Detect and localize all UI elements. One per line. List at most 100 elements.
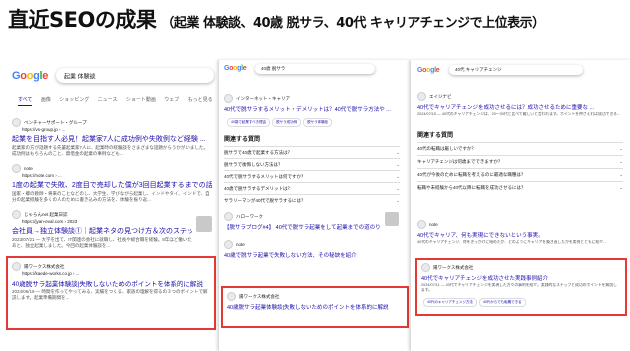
serp-panel-career-change: Google 40代 キャリアチェンジ エイジナビ 40代でキャリアチェンジを成… (410, 60, 630, 351)
site-name: 陽ワークス株式会社 (24, 263, 65, 269)
search-input[interactable]: 40代 キャリアチェンジ (449, 65, 583, 75)
site-name: note (236, 242, 245, 247)
search-result: エイジナビ 40代でキャリアチェンジを成功させるには？成功させるために重要な .… (417, 92, 623, 124)
site-favicon-icon (417, 220, 426, 229)
chevron-down-icon: ⌄ (396, 161, 400, 167)
site-name: note (429, 222, 438, 227)
paa-question[interactable]: 40代の転職は厳しいですか？ ⌄ (417, 142, 623, 155)
result-title-link[interactable]: 40歳脱サラ起業体験談|失敗しないためのポイントを体系的に解説 (227, 303, 401, 311)
paa-heading: 関連する質問 (417, 133, 454, 139)
headline-sub: （起業 体験談、40歳 脱サラ、40代 キャリアチェンジで上位表示） (161, 16, 545, 31)
site-favicon-icon (417, 92, 426, 101)
paa-question[interactable]: 転職や未経験から40代以降に転職を成功させるには？ ⌄ (417, 181, 623, 194)
site-favicon-icon (12, 262, 21, 271)
result-thumbnail (385, 212, 399, 226)
paa-heading: 関連する質問 (224, 137, 261, 143)
tab-more[interactable]: もっと見る (188, 97, 213, 103)
result-title-link[interactable]: 40代でキャリア、何も実現にできないという事実。 (417, 231, 623, 239)
search-result-highlighted: 陽ワークス株式会社 https://kaede-works.co.jp › ..… (12, 262, 208, 301)
site-name: インターネット・キャリア (236, 95, 290, 101)
tab-all[interactable]: すべて (18, 97, 33, 106)
search-query: 起業 体験談 (64, 74, 96, 80)
result-snippet: 2024/06/19 — 時間を作ってやってみる、実績をつくる、家族の理解を得る… (12, 289, 208, 300)
tab-images[interactable]: 画像 (41, 97, 51, 103)
site-favicon-icon (12, 210, 21, 219)
chevron-down-icon: ⌄ (396, 149, 400, 155)
site-url: https://kaede-works.co.jp › ... (22, 271, 80, 276)
result-snippet: 2024/07/11 — 40代でキャリアチェンジを実現した方々の事例を紹介。実… (421, 283, 617, 292)
result-title-link[interactable]: 40歳脱サラ起業体験談|失敗しないためのポイントを体系的に解説 (12, 278, 208, 288)
result-snippet: 国家・郷の教師・将来のことなどのし、大学生、学びながら起業し、インドやタイ、イン… (12, 191, 210, 202)
chevron-down-icon: ⌄ (619, 172, 623, 177)
chevron-down-icon: ⌄ (619, 146, 623, 151)
result-thumbnail (196, 216, 212, 232)
search-result: インターネット・キャリア 40代で脱サラするメリット・デメリットは？40代で脱サ… (224, 94, 402, 113)
site-favicon-icon (224, 240, 233, 249)
chevron-down-icon: ⌄ (619, 159, 623, 164)
result-title-link[interactable]: 1度の起業で失敗、2度目で売却した僕が3回目起業するまでの話 (12, 180, 212, 190)
site-name: じゃらんnet 起業日誌 (24, 211, 68, 217)
site-favicon-icon (12, 118, 21, 127)
search-input[interactable]: 起業 体験談 (56, 68, 214, 83)
site-favicon-icon (12, 164, 21, 173)
result-title-link[interactable]: 40歳で脱サラ起業で失敗しない方法、その秘訣を紹介 (224, 251, 402, 259)
site-name: 陽ワークス株式会社 (433, 264, 474, 270)
headline: 直近SEOの成果 （起業 体験談、40歳 脱サラ、40代 キャリアチェンジで上位… (8, 4, 628, 44)
site-name: ベンチャーサポート・グループ (24, 119, 87, 125)
result-title-link[interactable]: 会社員→独立体験談①｜起業ネタの見つけ方＆次のステップ (12, 226, 192, 236)
search-result: note https://note.com › ... 1度の起業で失敗、2度目… (12, 164, 212, 203)
site-name: note (24, 166, 33, 171)
site-name: エイジナビ (429, 93, 452, 99)
search-result: ハローワーク 【脱サラブログ#4】 40代で脱サラ起業をして起業までの道のり .… (224, 212, 382, 231)
result-snippet: 40代のキャリアチェンジ、何をきっかけに始めたか、どのようにキャリアを築き直した… (417, 240, 607, 244)
site-favicon-icon (224, 94, 233, 103)
google-logo: Google (12, 70, 49, 82)
site-url: https://vs-group.jp › ... (22, 127, 66, 132)
result-title-link[interactable]: 40代でキャリアチェンジを成功させた実践事例紹介 (421, 274, 619, 282)
search-input[interactable]: 40歳 脱サラ (255, 64, 375, 74)
serp-panel-career-quit: Google 40歳 脱サラ インターネット・キャリア 40代で脱サラするメリッ… (218, 60, 409, 351)
paa-question[interactable]: サラリーマンが40代で脱サラするには？ ⌄ (224, 194, 400, 206)
paa-question[interactable]: 脱サラで後悔しない方法は？ ⌄ (224, 158, 400, 170)
site-favicon-icon (421, 263, 430, 272)
paa-question[interactable]: 40代で脱サラするメリットは何ですか？ ⌄ (224, 170, 400, 182)
paa-question[interactable]: 脱サラで40歳で起業する方法は？ ⌄ (224, 146, 400, 158)
paa-question[interactable]: 40代が今後のために転職を考えるのに最適な職種は？ ⌄ (417, 168, 623, 181)
result-title-link[interactable]: 40代でキャリアチェンジを成功させるには？成功させるために重要な ... (417, 103, 623, 111)
site-url: https://note.com › ... (22, 173, 62, 178)
search-result: じゃらんnet 起業日誌 https://jyan-eval.com › 202… (12, 210, 192, 249)
result-title-link[interactable]: 起業を目指す人必見！起業家7人に成功例や失敗例など経験 ... (12, 134, 212, 144)
result-title-link[interactable]: 40代で脱サラするメリット・デメリットは？40代で脱サラ方法や ... (224, 105, 402, 113)
chevron-down-icon: ⌄ (396, 173, 400, 179)
site-favicon-icon (227, 292, 236, 301)
tab-short-video[interactable]: ショート動画 (126, 97, 156, 103)
search-tabs: すべて 画像 ショッピング ニュース ショート動画 ウェブ もっと見る (18, 96, 218, 106)
chip-link[interactable]: 脱サラ体験談 (303, 118, 333, 127)
search-result: note 40歳で脱サラ起業で失敗しない方法、その秘訣を紹介 (224, 240, 402, 259)
chip-link[interactable]: 40代からでも転職できる (478, 298, 526, 307)
search-query: 40代 キャリアチェンジ (455, 67, 502, 72)
tab-web[interactable]: ウェブ (164, 97, 179, 103)
chip-link[interactable]: 40代のキャリアチェンジ方法 (423, 298, 477, 307)
site-url: https://jyan-eval.com › 2023 (22, 219, 78, 224)
chip-link[interactable]: 脱サラ成功例 (272, 118, 302, 127)
chevron-down-icon: ⌄ (396, 197, 400, 203)
search-result-highlighted: 陽ワークス株式会社 40歳脱サラ起業体験談|失敗しないためのポイントを体系的に解… (227, 292, 401, 311)
chevron-down-icon: ⌄ (619, 185, 623, 190)
site-name: ハローワーク (236, 213, 263, 219)
google-logo: Google (224, 65, 247, 72)
chip-link[interactable]: 40歳で起業すべき理由 (227, 118, 271, 127)
result-snippet: 2024/07/15 — 40代のキャリアチェンジは、20〜30代と比べて難しい… (417, 112, 621, 116)
search-result: note 40代でキャリア、何も実現にできないという事実。 40代のキャリアチェ… (417, 220, 623, 258)
result-title-link[interactable]: 【脱サラブログ#4】 40代で脱サラ起業をして起業までの道のり ... (224, 223, 382, 231)
tab-news[interactable]: ニュース (98, 97, 118, 103)
search-result-highlighted: 陽ワークス株式会社 40代でキャリアチェンジを成功させた実践事例紹介 2024/… (421, 263, 619, 295)
result-chips: 40歳で起業すべき理由 脱サラ成功例 脱サラ体験談 (227, 118, 333, 127)
tab-shopping[interactable]: ショッピング (59, 97, 89, 103)
paa-question[interactable]: 40歳で脱サラするデメリットは？ ⌄ (224, 182, 400, 194)
result-snippet: 2023/07/21 — 大学を出て、IT関連の会社に就職し、社長や総合職を経験… (12, 237, 192, 248)
google-logo: Google (417, 67, 440, 74)
search-result: ベンチャーサポート・グループ https://vs-group.jp › ...… (12, 118, 212, 157)
headline-main: 直近SEOの成果 (8, 8, 157, 32)
paa-question[interactable]: キャリアチェンジは何歳までできますか？ ⌄ (417, 155, 623, 168)
